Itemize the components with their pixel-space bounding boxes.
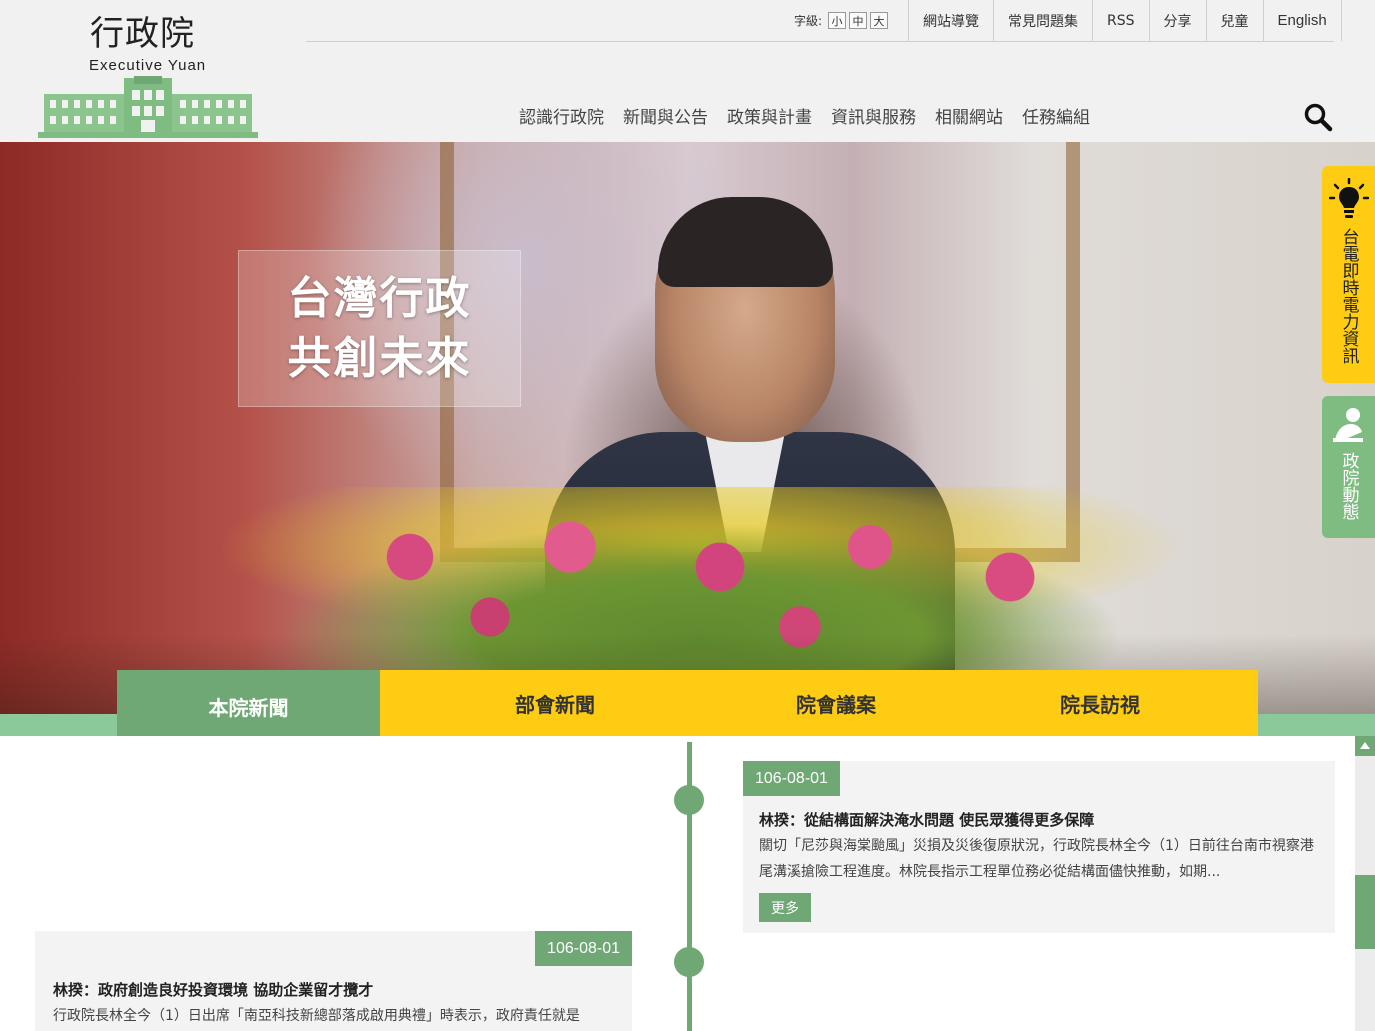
nav-related-sites[interactable]: 相關網站 [935, 103, 1003, 128]
news-excerpt: 關切「尼莎與海棠颱風」災損及災後復原狀況，行政院長林全今（1）日前往台南市視察港… [759, 838, 1314, 880]
news-date: 106-08-01 [535, 931, 632, 966]
building-logo-icon [38, 76, 258, 138]
main-navigation: 認識行政院 新聞與公告 政策與計畫 資訊與服務 相關網站 任務編組 [519, 103, 1109, 128]
font-size-label: 字級: [794, 14, 823, 28]
nav-about[interactable]: 認識行政院 [519, 103, 604, 128]
scrollbar-thumb[interactable] [1355, 875, 1375, 949]
power-info-label: 台電即時電力資訊 [1338, 228, 1359, 364]
scrollbar[interactable] [1355, 736, 1375, 1031]
nav-news[interactable]: 新聞與公告 [623, 103, 708, 128]
ey-dynamics-widget[interactable]: 政院動態 [1322, 396, 1375, 538]
speaker-icon [1333, 408, 1363, 442]
power-info-widget[interactable]: 台電即時電力資訊 [1322, 166, 1375, 383]
share-link[interactable]: 分享 [1148, 0, 1206, 41]
tab-ey-news[interactable]: 本院新聞 [117, 670, 380, 742]
lightbulb-icon [1329, 178, 1369, 218]
news-card: 106-08-01 林揆：從結構面解決淹水問題 使民眾獲得更多保障 關切「尼莎與… [743, 761, 1335, 933]
header-divider [306, 41, 1334, 42]
tab-premier-visits[interactable]: 院長訪視 [942, 670, 1258, 737]
ey-dynamics-label: 政院動態 [1338, 452, 1359, 520]
news-title[interactable]: 林揆：政府創造良好投資環境 協助企業留才攬才 [53, 979, 373, 1000]
top-links: 網站導覽 常見問題集 RSS 分享 兒童 English [908, 0, 1342, 41]
hero-banner: 台灣行政 共創未來 [0, 142, 1375, 714]
news-card: 106-08-01 林揆：政府創造良好投資環境 協助企業留才攬才 行政院長林全今… [35, 931, 632, 1031]
rss-link[interactable]: RSS [1092, 0, 1149, 41]
news-excerpt: 行政院長林全今（1）日出席「南亞科技新總部落成啟用典禮」時表示，政府責任就是 [53, 1008, 580, 1024]
tab-ministry-news[interactable]: 部會新聞 [380, 670, 730, 737]
logo-chinese-text: 行政院 [90, 14, 195, 54]
sitemap-link[interactable]: 網站導覽 [908, 0, 993, 41]
search-icon[interactable] [1303, 102, 1333, 132]
english-link[interactable]: English [1262, 0, 1342, 41]
scroll-up-arrow-icon[interactable] [1355, 736, 1375, 756]
font-size-medium-button[interactable]: 中 [849, 12, 868, 29]
timeline-dot [674, 785, 704, 815]
kids-link[interactable]: 兒童 [1205, 0, 1263, 41]
news-title[interactable]: 林揆：從結構面解決淹水問題 使民眾獲得更多保障 [759, 809, 1094, 830]
slogan-line-2: 共創未來 [287, 332, 472, 384]
news-tabs: 本院新聞 部會新聞 院會議案 院長訪視 [117, 670, 1258, 742]
site-header: 行政院 Executive Yuan 字級: 小 中 大 網站導覽 常見問題集 [0, 0, 1375, 142]
font-size-small-button[interactable]: 小 [828, 12, 847, 29]
logo-english-text: Executive Yuan [89, 57, 207, 74]
timeline-dot [674, 947, 704, 977]
site-logo[interactable]: 行政院 Executive Yuan [38, 6, 258, 138]
font-size-large-button[interactable]: 大 [870, 12, 889, 29]
faq-link[interactable]: 常見問題集 [993, 0, 1092, 41]
news-date: 106-08-01 [743, 761, 840, 796]
font-size-switcher: 字級: 小 中 大 [794, 12, 891, 29]
nav-info-services[interactable]: 資訊與服務 [831, 103, 916, 128]
more-button[interactable]: 更多 [759, 893, 811, 922]
tab-cabinet-meetings[interactable]: 院會議案 [730, 670, 942, 737]
nav-task-force[interactable]: 任務編組 [1022, 103, 1090, 128]
slogan-line-1: 台灣行政 [287, 272, 472, 324]
hero-slogan-box: 台灣行政 共創未來 [238, 250, 521, 407]
nav-policy[interactable]: 政策與計畫 [727, 103, 812, 128]
